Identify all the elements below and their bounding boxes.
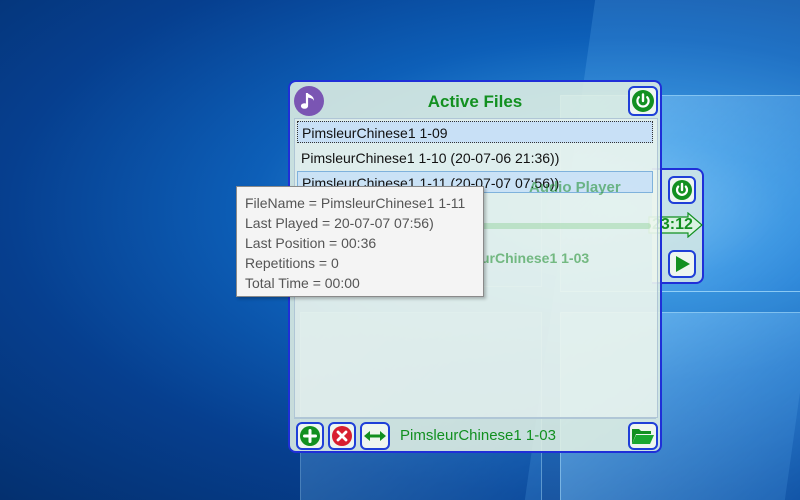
power-icon <box>632 90 654 112</box>
current-file-label: PimsleurChinese1 1-03 <box>400 427 556 444</box>
player-power-button[interactable] <box>668 176 696 204</box>
tooltip-total-time: Total Time = 00:00 <box>245 275 360 291</box>
delete-file-button[interactable] <box>328 422 356 450</box>
delete-icon <box>332 426 352 446</box>
background-player-title: Audio Player <box>529 179 621 196</box>
folder-open-icon <box>632 429 654 444</box>
background-player-track: urChinese1 1-03 <box>481 250 590 266</box>
window-title: Active Files <box>427 92 523 111</box>
tooltip-last-played: Last Played = 20-07-07 07:56) <box>245 215 434 231</box>
tooltip-last-position: Last Position = 00:36 <box>245 235 377 251</box>
swap-button[interactable] <box>360 422 390 450</box>
bottom-toolbar: PimsleurChinese1 1-03 <box>294 418 658 451</box>
add-file-button[interactable] <box>296 422 324 450</box>
tooltip-repetitions: Repetitions = 0 <box>245 255 339 271</box>
add-icon <box>300 426 320 446</box>
power-icon <box>672 180 692 200</box>
tooltip-filename: FileName = PimsleurChinese1 1-11 <box>245 195 466 211</box>
open-folder-button[interactable] <box>628 422 658 450</box>
file-list-item[interactable]: PimsleurChinese1 1-09 <box>297 121 653 143</box>
file-info-tooltip: FileName = PimsleurChinese1 1-11 Last Pl… <box>236 186 484 297</box>
play-button[interactable] <box>668 250 696 278</box>
close-power-button[interactable] <box>628 86 658 116</box>
play-icon <box>676 256 690 272</box>
file-list-item[interactable]: PimsleurChinese1 1-10 (20-07-06 21:36)) <box>297 147 653 169</box>
background-progress-track <box>481 223 651 229</box>
swap-icon <box>364 431 386 441</box>
